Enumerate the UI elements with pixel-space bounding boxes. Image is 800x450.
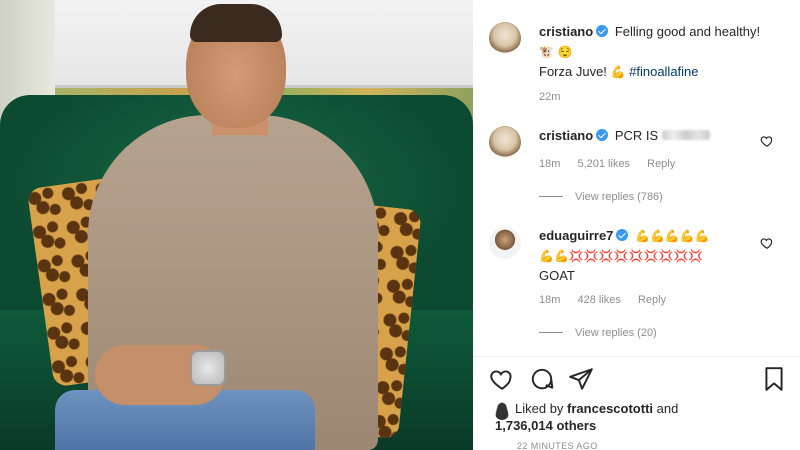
comment-2-avatar[interactable]: [489, 227, 521, 259]
comment-1-age: 18m: [539, 158, 561, 170]
liked-by-and: and: [656, 401, 679, 416]
caption-text-line2: Forza Juve!: [539, 64, 607, 79]
caption-emoji-line: 🐮 😌: [539, 42, 789, 62]
comment-2-age: 18m: [539, 294, 561, 306]
liked-by-summary: Liked by francescototti and 1,736,014 ot…: [495, 400, 678, 434]
comment-1-body: cristiano PCR IS: [539, 126, 710, 146]
flexed-biceps-emoji-icon: 💪💪💪💪💪: [635, 229, 710, 243]
heart-icon[interactable]: [489, 366, 515, 392]
relieved-face-emoji-icon: 😌: [557, 45, 573, 59]
caption-hashtag-link[interactable]: #finoallafine: [629, 64, 698, 79]
post-caption: cristiano Felling good and healthy! 🐮 😌 …: [539, 22, 789, 82]
comment-2-view-replies-label[interactable]: View replies (20): [575, 327, 657, 339]
post-timestamp: 22 MINUTES AGO: [517, 441, 598, 450]
post-side-panel: cristiano Felling good and healthy! 🐮 😌 …: [473, 0, 800, 450]
flexed-biceps-emoji-icon: 💪💪: [539, 249, 569, 263]
liked-by-prefix: Liked by: [515, 401, 564, 416]
flexed-biceps-emoji-icon: 💪: [610, 65, 626, 79]
comment-icon[interactable]: [529, 366, 555, 392]
verified-badge-icon: [596, 25, 609, 37]
comment-2-like-heart-icon[interactable]: [760, 236, 774, 250]
comment-2-reply-button[interactable]: Reply: [638, 294, 666, 306]
comment-1-meta: 18m 5,201 likes Reply: [539, 158, 689, 170]
comment-2-meta: 18m 428 likes Reply: [539, 294, 680, 306]
liked-by-username[interactable]: francescototti: [567, 401, 653, 416]
caption-username[interactable]: cristiano: [539, 24, 593, 39]
view-replies-line: [539, 332, 563, 333]
caption-age: 22m: [539, 91, 561, 103]
bookmark-icon[interactable]: [761, 366, 787, 392]
photo-wristwatch: [190, 350, 226, 386]
caption-text-line1: Felling good and healthy!: [614, 24, 761, 39]
comment-1-blurred-text: [661, 130, 710, 140]
comment-1-view-replies-label[interactable]: View replies (786): [575, 191, 663, 203]
post-photo[interactable]: [0, 0, 473, 450]
comment-1-reply-button[interactable]: Reply: [647, 158, 675, 170]
view-replies-line: [539, 196, 563, 197]
panel-divider: [473, 356, 800, 357]
comment-1-username[interactable]: cristiano: [539, 128, 593, 143]
liked-by-others-count[interactable]: 1,736,014 others: [495, 418, 596, 433]
verified-badge-icon: [616, 229, 629, 241]
comment-2-view-replies[interactable]: View replies (20): [539, 327, 657, 339]
cow-emoji-icon: 🐮: [539, 45, 554, 59]
share-icon[interactable]: [568, 366, 594, 392]
comment-1-text: PCR IS: [614, 128, 659, 143]
comment-2-body: eduaguirre7 💪💪💪💪💪 💪💪💢💢💢💢💢💢💢💢💢 GOAT: [539, 226, 761, 286]
comment-2-username[interactable]: eduaguirre7: [539, 228, 613, 243]
comment-1-like-heart-icon[interactable]: [760, 134, 774, 148]
comment-2-text: GOAT: [539, 268, 575, 283]
comment-2-likes[interactable]: 428 likes: [577, 294, 620, 306]
comment-2-emoji-line: 💪💪💢💢💢💢💢💢💢💢💢: [539, 246, 761, 266]
comment-1-avatar[interactable]: [489, 126, 521, 158]
photo-person-hair: [190, 4, 282, 42]
comment-1-likes[interactable]: 5,201 likes: [577, 158, 630, 170]
verified-badge-icon: [596, 129, 609, 141]
anger-symbol-emoji-icon: 💢💢💢💢💢💢💢💢💢: [568, 249, 704, 263]
caption-author-avatar[interactable]: [489, 22, 521, 54]
comment-1-view-replies[interactable]: View replies (786): [539, 191, 663, 203]
